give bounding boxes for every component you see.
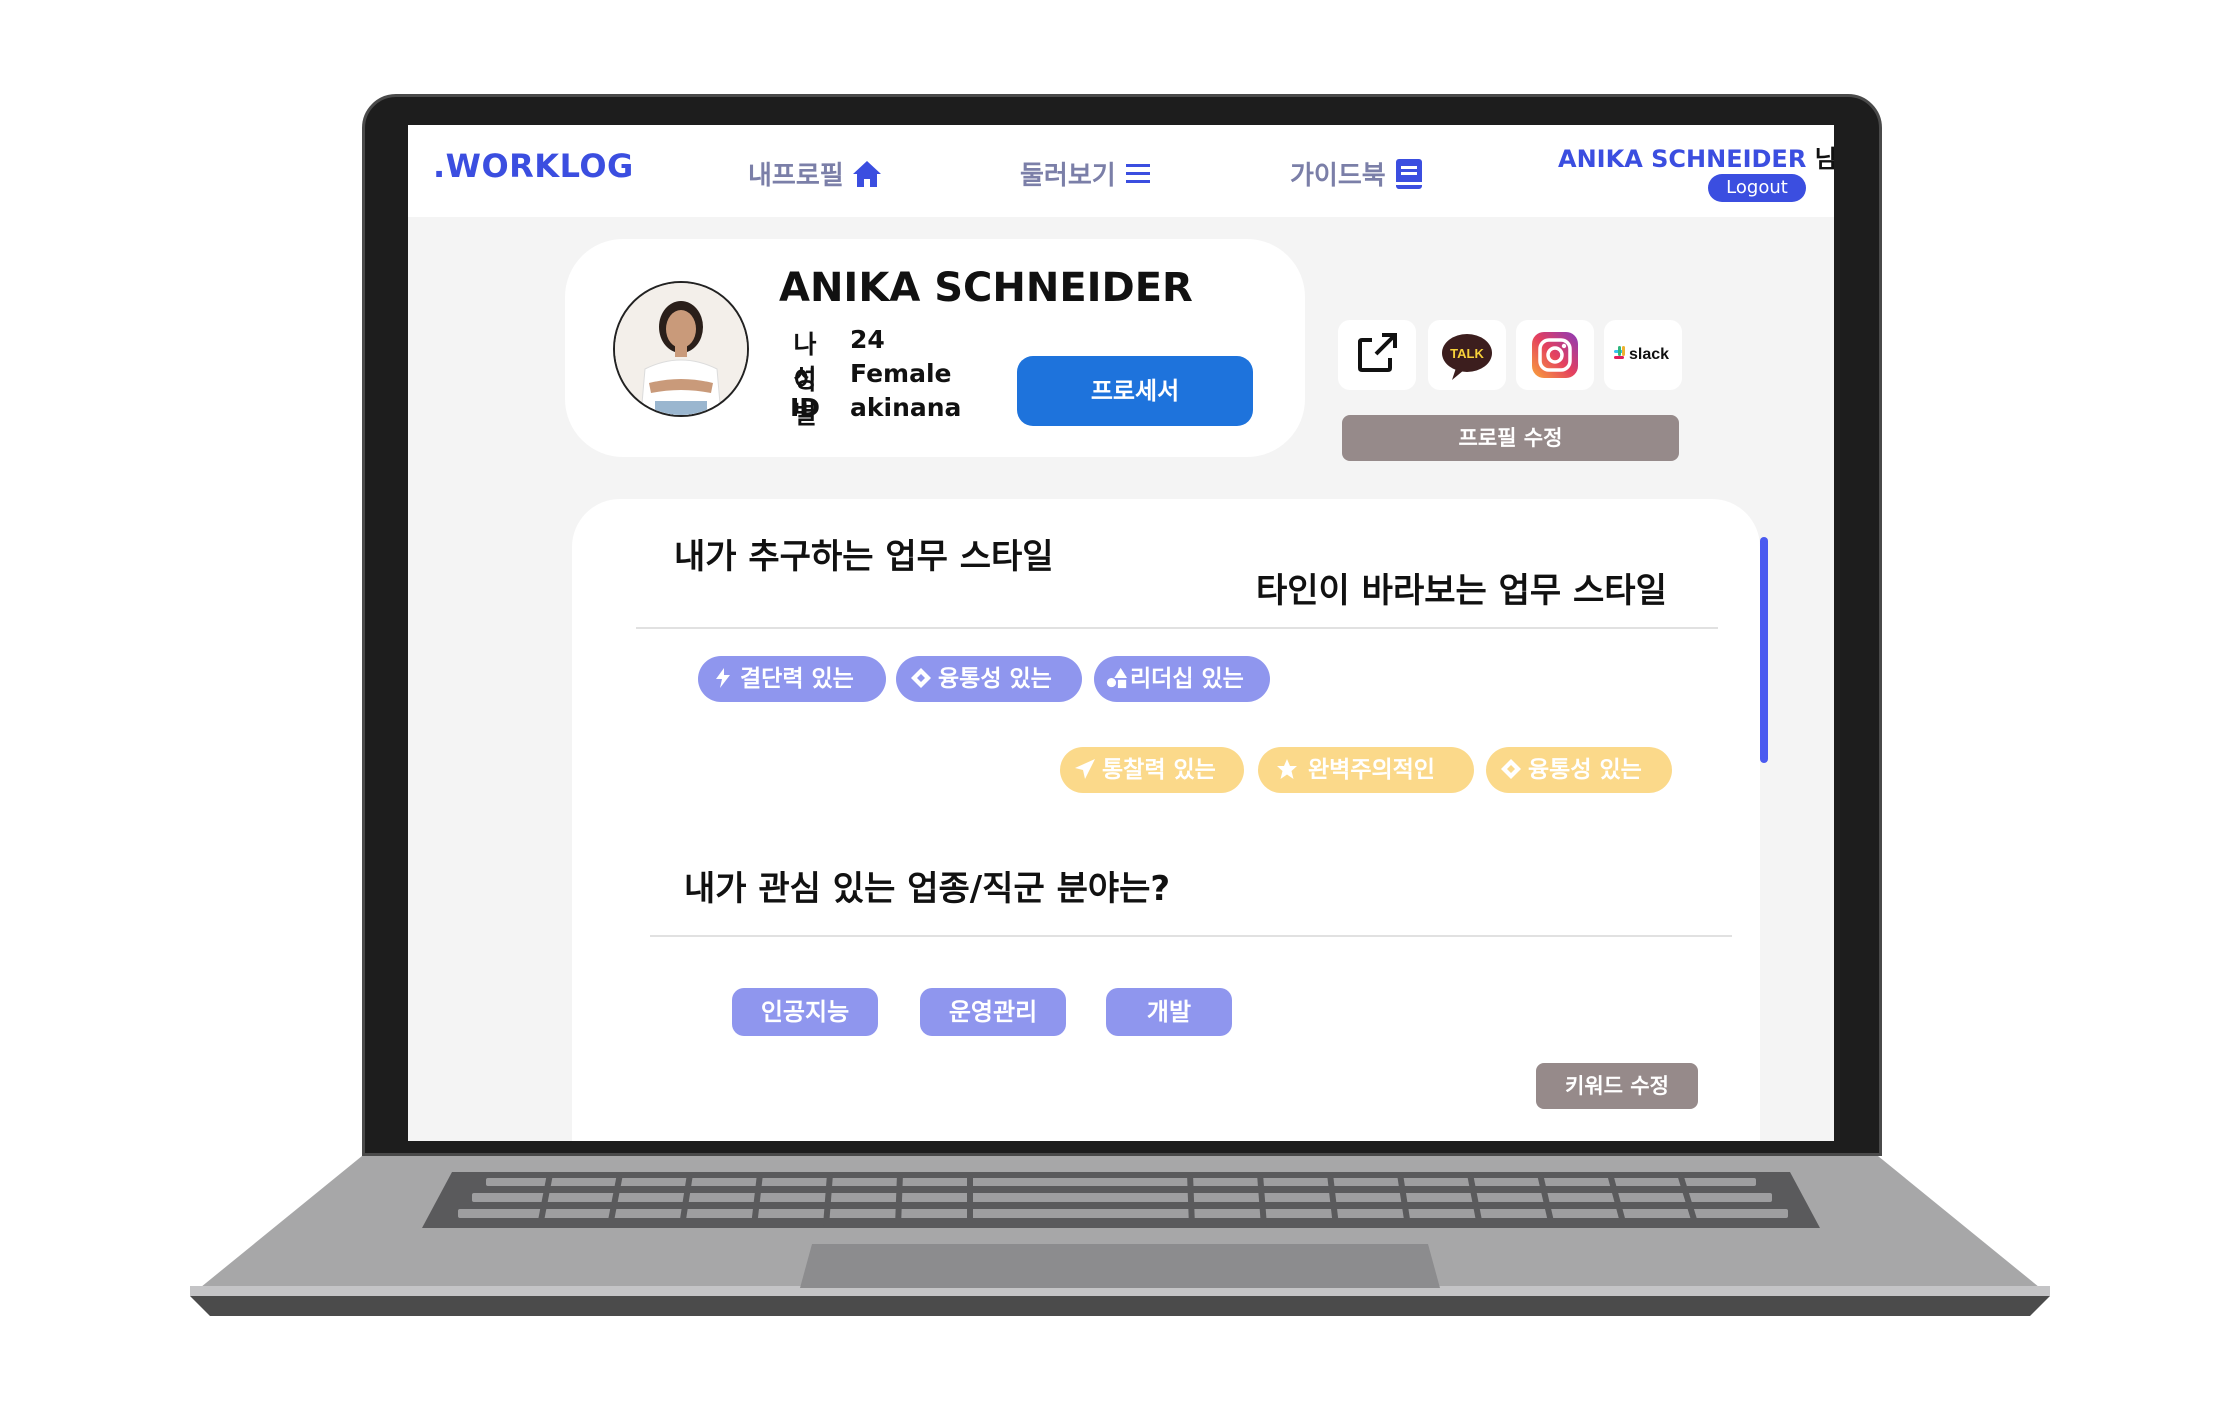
others-tag-flexible[interactable]: 융통성 있는: [1486, 747, 1672, 793]
id-value: akinana: [850, 393, 962, 422]
edit-profile-button[interactable]: 프로필 수정: [1342, 415, 1679, 461]
keyword-development[interactable]: 개발: [1106, 988, 1232, 1036]
keyword-ai[interactable]: 인공지능: [732, 988, 878, 1036]
instagram-button[interactable]: [1516, 320, 1594, 390]
others-style-title: 타인이 바라보는 업무 스타일: [1256, 571, 1667, 611]
others-tag-perfectionist[interactable]: 완벽주의적인: [1258, 747, 1474, 793]
self-tag-label: 결단력 있는: [740, 666, 854, 692]
id-label: ID: [789, 393, 821, 422]
self-style-title: 내가 추구하는 업무 스타일: [674, 537, 1054, 577]
others-tag-label: 통찰력 있는: [1102, 757, 1216, 783]
user-greeting: ANIKA SCHNEIDER 님: [1558, 139, 1834, 174]
slack-icon: slack: [1614, 346, 1669, 363]
instagram-icon: [1532, 332, 1578, 378]
nav-browse-label: 둘러보기: [1020, 161, 1116, 191]
self-tag-label: 융통성 있는: [938, 666, 1052, 692]
others-tag-label: 완벽주의적인: [1308, 757, 1435, 783]
bolt-icon: [716, 668, 730, 688]
diamond-icon: [911, 668, 931, 688]
others-tag-label: 융통성 있는: [1528, 757, 1642, 783]
keyword-operations[interactable]: 운영관리: [920, 988, 1066, 1036]
user-suffix: 님: [1814, 145, 1834, 173]
avatar-photo: [615, 283, 747, 415]
interests-divider: [650, 935, 1732, 937]
star-icon: [1277, 759, 1297, 779]
kakao-talk-text: TALK: [1450, 346, 1484, 361]
top-nav: .WORKLOG 내프로필 둘러보기 가이드북 ANIKA SCHNEIDER …: [408, 125, 1834, 217]
shapes-icon: [1106, 667, 1128, 689]
self-tag-flexible[interactable]: 융통성 있는: [896, 656, 1082, 702]
interests-title: 내가 관심 있는 업종/직군 분야는?: [684, 869, 1171, 909]
kakaotalk-button[interactable]: TALK: [1428, 320, 1506, 390]
user-name: ANIKA SCHNEIDER: [1558, 145, 1807, 173]
nav-guidebook-label: 가이드북: [1290, 161, 1386, 191]
profile-avatar: [613, 281, 749, 417]
nav-my-profile[interactable]: 내프로필: [748, 155, 882, 192]
nav-guidebook[interactable]: 가이드북: [1290, 155, 1424, 192]
send-icon: [1075, 759, 1095, 779]
profile-card: ANIKA SCHNEIDER 나이 24 성별 Female ID akina…: [565, 239, 1305, 457]
section-divider: [636, 627, 1718, 629]
laptop-keyboard-deck: [190, 1156, 2050, 1316]
diamond-icon: [1501, 759, 1521, 779]
slack-button[interactable]: slack: [1604, 320, 1682, 390]
self-tag-decisive[interactable]: 결단력 있는: [698, 656, 886, 702]
work-style-card: 내가 추구하는 업무 스타일 타인이 바라보는 업무 스타일 결단력 있는 융통…: [572, 499, 1760, 1141]
kakaotalk-icon: TALK: [1442, 334, 1492, 380]
profile-name: ANIKA SCHNEIDER: [779, 265, 1193, 311]
external-link-button[interactable]: [1338, 320, 1416, 390]
nav-browse[interactable]: 둘러보기: [1020, 155, 1152, 192]
role-button[interactable]: 프로세서: [1017, 356, 1253, 426]
book-icon: [1395, 158, 1422, 189]
age-value: 24: [850, 325, 885, 354]
edit-keywords-button[interactable]: 키워드 수정: [1536, 1063, 1698, 1109]
gender-value: Female: [850, 359, 952, 388]
self-tag-label: 리더십 있는: [1130, 666, 1244, 692]
slack-wordmark: slack: [1629, 346, 1669, 363]
external-link-icon: [1358, 333, 1397, 372]
brand-logo[interactable]: .WORKLOG: [433, 147, 634, 185]
self-tag-leadership[interactable]: 리더십 있는: [1094, 656, 1270, 702]
home-icon: [852, 160, 881, 187]
scrollbar-thumb[interactable]: [1760, 537, 1768, 763]
logout-button[interactable]: Logout: [1708, 174, 1806, 202]
menu-icon: [1125, 163, 1150, 183]
app-screen: .WORKLOG 내프로필 둘러보기 가이드북 ANIKA SCHNEIDER …: [408, 125, 1834, 1141]
nav-my-profile-label: 내프로필: [748, 161, 844, 191]
others-tag-insightful[interactable]: 통찰력 있는: [1060, 747, 1244, 793]
